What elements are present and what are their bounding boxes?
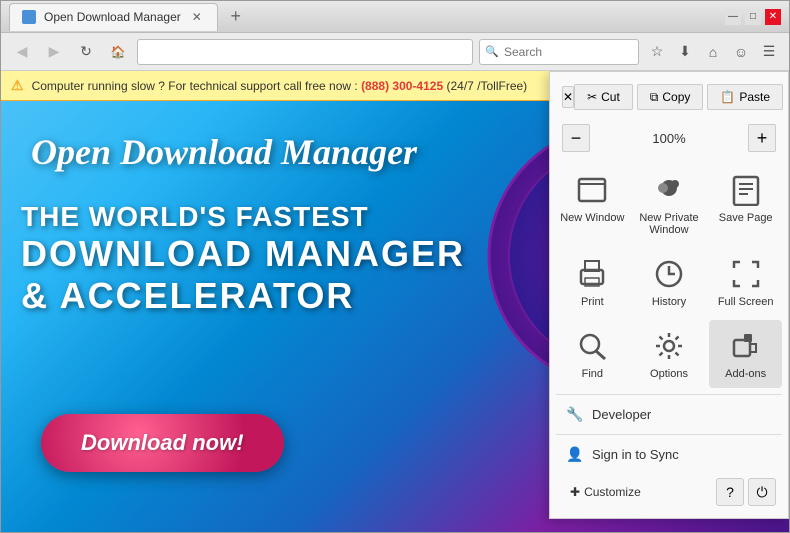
fx-options-item[interactable]: Options <box>633 320 706 388</box>
headline-line2: DOWNLOAD MANAGER <box>21 233 465 275</box>
window-controls: — □ ✕ <box>725 9 781 25</box>
website-background: ⚠ Computer running slow ? For technical … <box>1 71 789 532</box>
tab-label: Open Download Manager <box>44 10 181 24</box>
signin-icon: 👤 <box>566 446 584 463</box>
fx-menu-close-button[interactable]: ✕ <box>562 86 574 108</box>
warning-text: Computer running slow ? For technical su… <box>32 79 528 93</box>
save-page-label: Save Page <box>719 212 773 224</box>
search-input[interactable] <box>479 39 639 65</box>
search-icon: 🔍 <box>485 45 499 58</box>
addons-icon <box>728 328 764 364</box>
fx-private-window-item[interactable]: New Private Window <box>633 164 706 244</box>
bookmark-icon[interactable]: ☆ <box>645 40 669 64</box>
find-label: Find <box>582 368 603 380</box>
minimize-button[interactable]: — <box>725 9 741 25</box>
fx-zoom-value: 100% <box>652 131 685 146</box>
private-window-icon <box>651 172 687 208</box>
warning-phone: (888) 300-4125 <box>361 79 443 93</box>
find-icon <box>574 328 610 364</box>
fx-copy-button[interactable]: ⧉ Copy <box>637 84 704 110</box>
fx-zoom-out-button[interactable]: − <box>562 124 590 152</box>
fx-paste-button[interactable]: 📋 Paste <box>707 84 783 110</box>
options-icon <box>651 328 687 364</box>
fx-history-item[interactable]: History <box>633 248 706 316</box>
fx-edit-group: ✂ Cut ⧉ Copy 📋 Paste <box>574 84 783 110</box>
site-logo: Open Download Manager <box>31 131 417 173</box>
fx-cut-button[interactable]: ✂ Cut <box>574 84 633 110</box>
cut-icon: ✂ <box>587 90 597 104</box>
fx-new-window-item[interactable]: New Window <box>556 164 629 244</box>
fx-menu-grid: New Window New Private Window Save Page <box>556 164 782 388</box>
title-bar-left: Open Download Manager ✕ + <box>9 3 725 31</box>
headline-line3: & ACCELERATOR <box>21 275 465 317</box>
private-window-label: New Private Window <box>637 212 702 236</box>
fx-zoom-row: − 100% + <box>556 120 782 156</box>
download-icon[interactable]: ⬇ <box>673 40 697 64</box>
new-window-label: New Window <box>560 212 624 224</box>
home-button[interactable]: 🏠 <box>105 39 131 65</box>
fx-addons-item[interactable]: Add-ons <box>709 320 782 388</box>
fx-power-button[interactable]: ⏻ <box>748 478 776 506</box>
fx-bottom-icons: ? ⏻ <box>716 478 776 506</box>
history-label: History <box>652 296 686 308</box>
fx-menu-bottom-row: ✚ Customize ? ⏻ <box>556 474 782 510</box>
home-nav-icon[interactable]: ⌂ <box>701 40 725 64</box>
options-label: Options <box>650 368 688 380</box>
fullscreen-label: Full Screen <box>718 296 774 308</box>
download-now-button[interactable]: Download now! <box>41 414 284 472</box>
new-tab-button[interactable]: + <box>222 3 250 31</box>
fx-menu-top-row: ✕ ✂ Cut ⧉ Copy 📋 Paste <box>556 80 782 114</box>
fx-fullscreen-item[interactable]: Full Screen <box>709 248 782 316</box>
back-button[interactable]: ◀ <box>9 39 35 65</box>
forward-button[interactable]: ▶ <box>41 39 67 65</box>
fx-zoom-in-button[interactable]: + <box>748 124 776 152</box>
navigation-bar: ◀ ▶ ↻ 🏠 🔍 ☆ ⬇ ⌂ ☺ ☰ <box>1 33 789 71</box>
address-bar[interactable] <box>137 39 473 65</box>
headline: THE WORLD'S FASTEST DOWNLOAD MANAGER & A… <box>21 201 465 317</box>
nav-icons: ☆ ⬇ ⌂ ☺ ☰ <box>645 40 781 64</box>
fx-developer-item[interactable]: 🔧 Developer <box>556 399 782 430</box>
headline-line1: THE WORLD'S FASTEST <box>21 201 465 233</box>
smiley-icon[interactable]: ☺ <box>729 40 753 64</box>
fx-save-page-item[interactable]: Save Page <box>709 164 782 244</box>
print-icon <box>574 256 610 292</box>
tab-close-button[interactable]: ✕ <box>189 9 205 25</box>
customize-label: Customize <box>584 485 641 499</box>
print-label: Print <box>581 296 604 308</box>
developer-icon: 🔧 <box>566 406 584 423</box>
warning-icon: ⚠ <box>11 77 24 94</box>
fullscreen-icon <box>728 256 764 292</box>
fx-divider-1 <box>556 394 782 395</box>
fx-divider-2 <box>556 434 782 435</box>
tab-favicon <box>22 10 36 24</box>
maximize-button[interactable]: □ <box>745 9 761 25</box>
menu-icon[interactable]: ☰ <box>757 40 781 64</box>
fx-customize-item[interactable]: ✚ Customize <box>562 481 649 503</box>
addons-label: Add-ons <box>725 368 766 380</box>
close-button[interactable]: ✕ <box>765 9 781 25</box>
copy-icon: ⧉ <box>650 90 659 105</box>
fx-signin-item[interactable]: 👤 Sign in to Sync <box>556 439 782 470</box>
browser-tab[interactable]: Open Download Manager ✕ <box>9 3 218 31</box>
browser-window: Open Download Manager ✕ + — □ ✕ ◀ ▶ ↻ 🏠 … <box>0 0 790 533</box>
refresh-button[interactable]: ↻ <box>73 39 99 65</box>
signin-label: Sign in to Sync <box>592 447 679 462</box>
firefox-menu: ✕ ✂ Cut ⧉ Copy 📋 Paste <box>549 71 789 519</box>
search-wrapper: 🔍 <box>479 39 639 65</box>
customize-icon: ✚ <box>570 485 580 499</box>
fx-find-item[interactable]: Find <box>556 320 629 388</box>
save-page-icon <box>728 172 764 208</box>
developer-label: Developer <box>592 407 651 422</box>
fx-help-button[interactable]: ? <box>716 478 744 506</box>
history-icon <box>651 256 687 292</box>
title-bar: Open Download Manager ✕ + — □ ✕ <box>1 1 789 33</box>
paste-icon: 📋 <box>720 90 735 104</box>
fx-print-item[interactable]: Print <box>556 248 629 316</box>
page-content: ⚠ Computer running slow ? For technical … <box>1 71 789 532</box>
new-window-icon <box>574 172 610 208</box>
